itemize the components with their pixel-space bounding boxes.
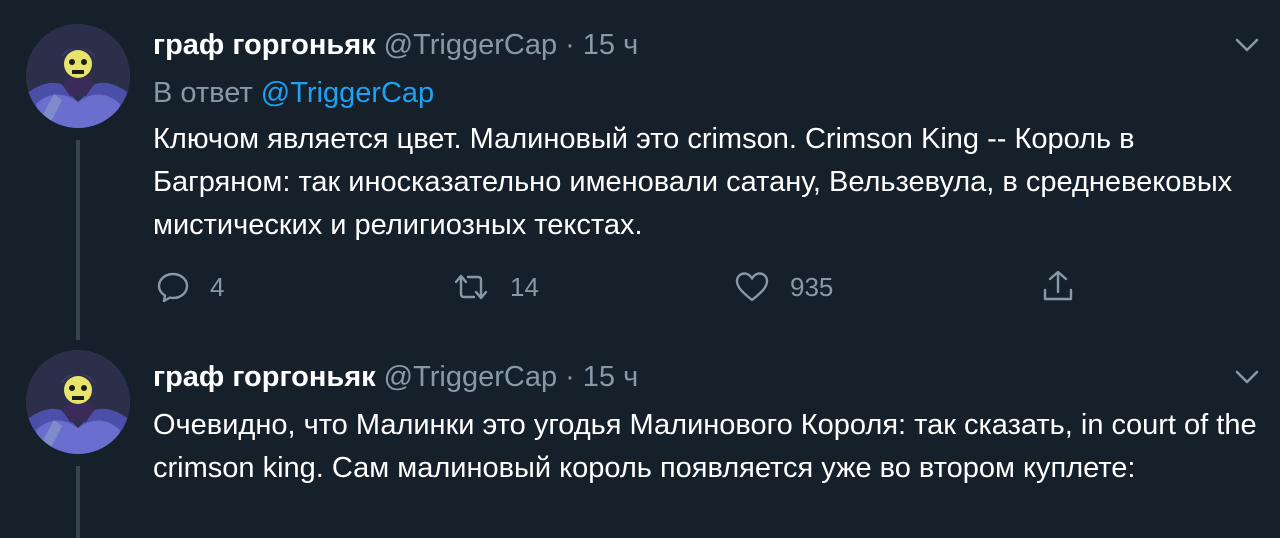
- share-icon: [1043, 270, 1073, 301]
- like-button[interactable]: 935: [734, 270, 833, 304]
- avatar[interactable]: [26, 350, 130, 454]
- share-button[interactable]: [1040, 268, 1076, 304]
- reply-button[interactable]: 4: [156, 270, 224, 304]
- author-name[interactable]: граф горгоньяк: [153, 361, 376, 393]
- reply-icon: [157, 272, 189, 303]
- like-count: 935: [790, 271, 834, 302]
- reply-prefix: В ответ: [153, 77, 253, 109]
- tweet-timestamp[interactable]: 15 ч: [583, 29, 638, 61]
- tweet[interactable]: граф горгоньяк @TriggerCap · 15 ч В ответ @…: [0, 0, 1280, 340]
- skeletor-avatar-image: [26, 24, 130, 128]
- skeletor-avatar-image: [26, 350, 130, 454]
- chevron-down-icon[interactable]: [1232, 30, 1262, 60]
- tweet-text: Очевидно, что Малинки это угодья Малинов…: [153, 409, 1257, 484]
- author-handle[interactable]: @TriggerCap: [384, 361, 557, 393]
- author-handle[interactable]: @TriggerCap: [384, 29, 557, 61]
- reply-count: 4: [210, 271, 225, 302]
- tweet-header: граф горгоньяк @TriggerCap · 15 ч: [153, 28, 638, 62]
- retweet-button[interactable]: 14: [452, 270, 539, 304]
- reply-context: В ответ @TriggerCap: [153, 76, 434, 110]
- separator-dot: ·: [565, 29, 575, 61]
- thread-connector-line: [76, 140, 80, 340]
- heart-icon: [735, 272, 769, 302]
- avatar[interactable]: [26, 24, 130, 128]
- tweet-header: граф горгоньяк @TriggerCap · 15 ч: [153, 360, 638, 394]
- reply-mention-link[interactable]: @TriggerCap: [261, 77, 434, 109]
- chevron-down-icon[interactable]: [1232, 362, 1262, 392]
- thread-connector-line: [76, 466, 80, 538]
- tweet[interactable]: граф горгоньяк @TriggerCap · 15 ч Очевидно,…: [0, 340, 1280, 538]
- tweet-timestamp[interactable]: 15 ч: [583, 361, 638, 393]
- separator-dot: ·: [565, 361, 575, 393]
- tweet-text: Ключом является цвет. Малиновый это crim…: [153, 123, 1233, 241]
- retweet-count: 14: [510, 271, 539, 302]
- author-name[interactable]: граф горгоньяк: [153, 29, 376, 61]
- retweet-icon: [454, 274, 488, 300]
